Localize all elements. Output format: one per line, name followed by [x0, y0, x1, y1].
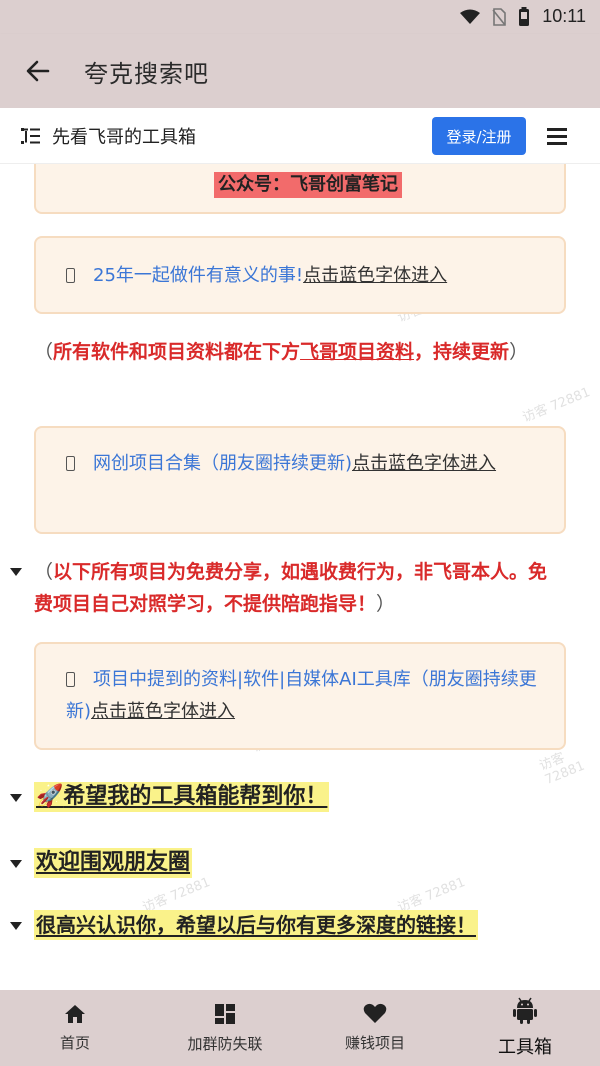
missing-glyph-icon [66, 672, 75, 687]
collapse-toggle-icon[interactable] [10, 568, 22, 576]
collapse-toggle-icon[interactable] [10, 922, 22, 930]
arrow-left-icon [26, 60, 50, 82]
site-title: 先看飞哥的工具箱 [52, 126, 196, 148]
resource-link[interactable]: 飞哥项目资料 [300, 341, 414, 363]
collapse-toggle-icon[interactable] [10, 860, 22, 868]
heading-moments[interactable]: 欢迎围观朋友圈 [34, 848, 193, 878]
menu-icon[interactable] [545, 122, 571, 150]
card-link[interactable]: 点击蓝色字体进入 [91, 701, 235, 722]
link-card[interactable]: 网创项目合集（朋友圈持续更新)点击蓝色字体进入 [34, 426, 566, 534]
card-link[interactable]: 点击蓝色字体进入 [303, 265, 447, 286]
page-content[interactable]: 访客 72881 访客 72881 访客 72881 访客 72881 访客 7… [0, 164, 600, 990]
status-bar: 10:11 [0, 0, 600, 34]
account-label: 公众号：飞哥创富笔记 [214, 172, 402, 198]
app-bar: 夸克搜索吧 [0, 34, 600, 108]
nav-home[interactable]: 首页 [0, 990, 150, 1066]
status-icons: 10:11 [460, 6, 586, 27]
nav-label: 工具箱 [498, 1037, 552, 1058]
heart-icon [363, 1003, 387, 1023]
heading-toolbox[interactable]: 🚀希望我的工具箱能帮到你！ [34, 782, 330, 812]
nav-toolbox[interactable]: 工具箱 [450, 990, 600, 1066]
battery-icon [519, 6, 530, 26]
android-icon [513, 997, 537, 1024]
collapse-toggle-icon[interactable] [10, 794, 22, 802]
nav-join-group[interactable]: 加群防失联 [150, 990, 300, 1066]
note-rest: ，持续更新 [414, 341, 510, 363]
rocket-icon: 🚀 [36, 784, 64, 809]
nav-label: 加群防失联 [187, 1034, 263, 1053]
home-icon [65, 1004, 85, 1023]
missing-glyph-icon [66, 268, 75, 283]
app-title: 夸克搜索吧 [84, 59, 209, 88]
link-card[interactable]: 25年一起做件有意义的事!点击蓝色字体进入 [34, 236, 566, 314]
card-link[interactable]: 点击蓝色字体进入 [352, 453, 496, 474]
resource-note: （所有软件和项目资料都在下方飞哥项目资料，持续更新） [34, 341, 529, 363]
wifi-icon [460, 9, 481, 24]
note-text: 所有软件和项目资料都在下方 [53, 341, 301, 363]
site-header: 先看飞哥的工具箱 登录/注册 [0, 108, 600, 164]
card-text: 网创项目合集（朋友圈持续更新) [93, 453, 353, 474]
grid-icon [215, 1003, 235, 1024]
status-time: 10:11 [542, 6, 586, 26]
nav-earn-projects[interactable]: 赚钱项目 [300, 990, 450, 1066]
no-sim-icon [492, 7, 507, 26]
missing-glyph-icon [66, 456, 75, 471]
free-share-note: （以下所有项目为免费分享，如遇收费行为，非飞哥本人。免费项目自己对照学习，不提供… [34, 561, 548, 615]
account-card: 公众号：飞哥创富笔记 [34, 164, 566, 214]
login-register-button[interactable]: 登录/注册 [432, 117, 526, 155]
nav-label: 首页 [59, 1033, 90, 1052]
nav-label: 赚钱项目 [344, 1034, 405, 1052]
note-text: 以下所有项目为免费分享，如遇收费行为，非飞哥本人。免费项目自己对照学习，不提供陪… [34, 561, 548, 615]
link-card[interactable]: 项目中提到的资料|软件|自媒体AI工具库（朋友圈持续更新)点击蓝色字体进入 [34, 642, 566, 750]
heading-greeting[interactable]: 很高兴认识你，希望以后与你有更多深度的链接！ [34, 910, 478, 940]
back-button[interactable] [0, 34, 76, 108]
list-tree-icon[interactable] [20, 125, 42, 147]
watermark: 访客 72881 [520, 385, 593, 426]
bottom-nav: 首页 加群防失联 赚钱项目 工具箱 [0, 990, 600, 1066]
card-text: 25年一起做件有意义的事! [93, 265, 304, 286]
